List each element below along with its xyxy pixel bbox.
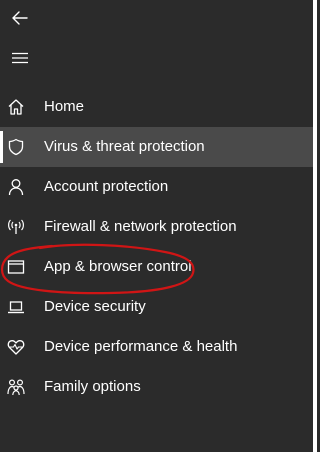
sidebar-item-app-browser-control[interactable]: App & browser control <box>0 247 313 287</box>
hamburger-menu-icon <box>12 52 28 64</box>
sidebar-nav: Home Virus & threat protection Account p… <box>0 87 313 407</box>
family-icon <box>6 377 26 397</box>
back-button[interactable] <box>0 0 40 36</box>
sidebar-item-label: Home <box>44 98 85 115</box>
sidebar-item-label: Device performance & health <box>44 338 238 355</box>
app-window-icon <box>6 257 26 277</box>
sidebar-item-label: App & browser control <box>44 258 192 275</box>
shield-icon <box>6 137 26 157</box>
laptop-icon <box>6 297 26 317</box>
heart-pulse-icon <box>6 337 26 357</box>
home-icon <box>6 97 26 117</box>
window-edge <box>313 0 317 452</box>
menu-button[interactable] <box>0 40 40 76</box>
person-icon <box>6 177 26 197</box>
sidebar-item-firewall-network-protection[interactable]: Firewall & network protection <box>0 207 313 247</box>
back-arrow-icon <box>12 11 28 25</box>
sidebar-item-label: Family options <box>44 378 141 395</box>
sidebar-item-label: Device security <box>44 298 146 315</box>
windows-security-sidebar: Home Virus & threat protection Account p… <box>0 0 313 452</box>
sidebar-item-home[interactable]: Home <box>0 87 313 127</box>
sidebar-item-device-performance-health[interactable]: Device performance & health <box>0 327 313 367</box>
sidebar-item-virus-threat-protection[interactable]: Virus & threat protection <box>0 127 313 167</box>
sidebar-item-label: Firewall & network protection <box>44 218 237 235</box>
sidebar-item-account-protection[interactable]: Account protection <box>0 167 313 207</box>
wifi-antenna-icon <box>6 217 26 237</box>
sidebar-item-label: Virus & threat protection <box>44 138 205 155</box>
sidebar-item-label: Account protection <box>44 178 169 195</box>
sidebar-item-device-security[interactable]: Device security <box>0 287 313 327</box>
sidebar-item-family-options[interactable]: Family options <box>0 367 313 407</box>
